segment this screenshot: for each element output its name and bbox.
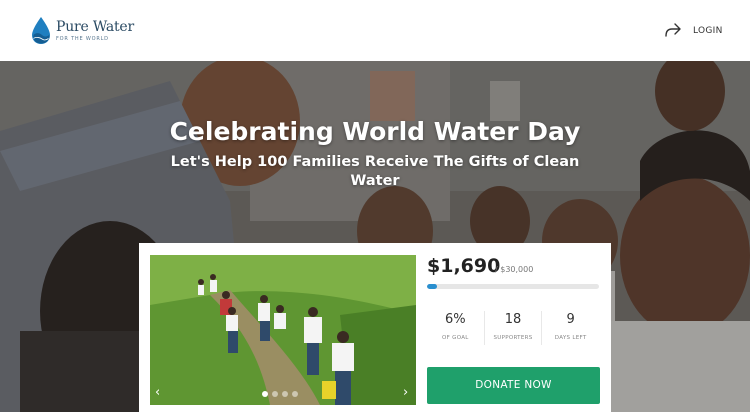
goal-amount: / $30,000 bbox=[495, 265, 534, 274]
stat-label: DAYS LEFT bbox=[554, 335, 587, 341]
slider-dot[interactable] bbox=[262, 391, 268, 397]
funding-progress-bar bbox=[427, 284, 599, 289]
stat-value: 18 bbox=[504, 312, 522, 327]
water-drop-icon bbox=[31, 16, 51, 45]
campaign-stats: 6% OF GOAL 18 SUPPORTERS 9 DAYS LEFT bbox=[427, 311, 599, 345]
login-link[interactable]: LOGIN bbox=[693, 26, 723, 36]
slider-dot[interactable] bbox=[272, 391, 278, 397]
stat-supporters: 18 SUPPORTERS bbox=[485, 311, 543, 345]
slider-dot[interactable] bbox=[292, 391, 298, 397]
hero-subtitle: Let's Help 100 Families Receive The Gift… bbox=[170, 154, 580, 189]
chevron-left-icon[interactable]: ‹ bbox=[155, 386, 160, 399]
stat-goal: 6% OF GOAL bbox=[427, 311, 485, 345]
stat-value: 6% bbox=[445, 312, 466, 327]
stat-label: OF GOAL bbox=[442, 335, 469, 341]
donate-button[interactable]: DONATE NOW bbox=[427, 367, 600, 404]
slider-dots bbox=[262, 391, 298, 397]
stat-label: SUPPORTERS bbox=[493, 335, 533, 341]
stat-value: 9 bbox=[566, 312, 575, 327]
logo-name: Pure Water bbox=[56, 19, 134, 35]
children-walking-photo bbox=[150, 255, 416, 405]
campaign-photo-slider[interactable]: ‹ › bbox=[150, 255, 416, 405]
raised-amount: $1,690 bbox=[427, 255, 501, 277]
share-arrow-icon[interactable] bbox=[664, 22, 682, 38]
site-header: Pure Water FOR THE WORLD LOGIN bbox=[0, 0, 750, 61]
stat-days-left: 9 DAYS LEFT bbox=[542, 311, 599, 345]
logo[interactable]: Pure Water FOR THE WORLD bbox=[31, 16, 134, 45]
hero-title: Celebrating World Water Day bbox=[169, 117, 581, 146]
logo-tagline: FOR THE WORLD bbox=[56, 36, 109, 42]
chevron-right-icon[interactable]: › bbox=[403, 386, 408, 399]
campaign-card: ‹ › $1,690 / $30,000 6% OF GOAL 18 SUPPO… bbox=[139, 243, 611, 412]
progress-fill bbox=[427, 284, 438, 289]
slider-dot[interactable] bbox=[282, 391, 288, 397]
